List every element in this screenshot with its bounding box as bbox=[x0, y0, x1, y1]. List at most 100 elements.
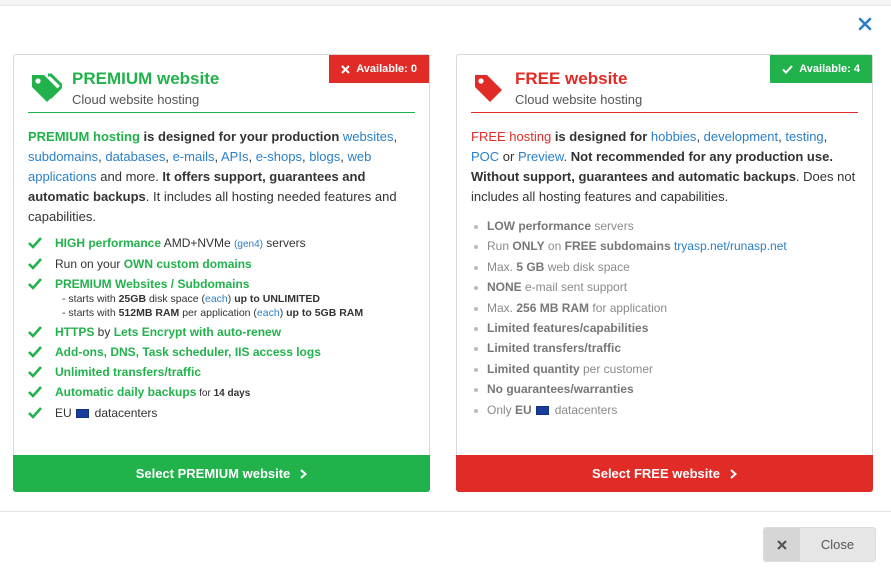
check-icon bbox=[28, 278, 42, 290]
t: servers bbox=[591, 219, 634, 233]
t: for application bbox=[589, 300, 668, 315]
select-premium-button[interactable]: Select PREMIUM website bbox=[13, 455, 430, 492]
free-feature-list: LOW performance servers Run ONLY on FREE… bbox=[471, 219, 858, 423]
desc-text: or bbox=[499, 149, 518, 164]
check-icon bbox=[28, 366, 42, 378]
feature-text: by bbox=[94, 325, 114, 339]
hobbies-link[interactable]: hobbies bbox=[651, 129, 697, 144]
check-icon bbox=[28, 407, 42, 419]
free-card: Available: 4 FREE website Cloud website … bbox=[456, 54, 873, 492]
ram-line: - starts with 512MB RAM per application … bbox=[55, 306, 415, 320]
t: per customer bbox=[579, 361, 654, 376]
feature-item: HIGH performance AMD+NVMe (gen4) servers bbox=[28, 236, 415, 252]
list-item: NONE e-mail sent support bbox=[471, 280, 858, 295]
t: No guarantees/warranties bbox=[487, 382, 634, 397]
tags-icon bbox=[32, 73, 62, 102]
t: up to 5GB RAM bbox=[286, 307, 364, 319]
check-icon bbox=[28, 326, 42, 338]
tag-icon bbox=[475, 75, 502, 102]
badge-label: Available: 4 bbox=[799, 63, 860, 75]
eu-flag-icon bbox=[75, 409, 89, 418]
sep: , bbox=[248, 149, 256, 164]
feature-text: servers bbox=[262, 236, 306, 250]
free-hosting-label: FREE hosting bbox=[471, 129, 552, 144]
premium-availability-badge: Available: 0 bbox=[329, 55, 429, 83]
websites-link[interactable]: websites bbox=[343, 129, 394, 144]
t: 5 GB bbox=[516, 259, 545, 274]
t: LOW performance bbox=[487, 219, 592, 233]
t: Limited features/capabilities bbox=[487, 320, 649, 335]
t: e-mail sent support bbox=[521, 280, 628, 295]
feature-item: Run on your OWN custom domains bbox=[28, 257, 415, 272]
t: FREE subdomains bbox=[564, 239, 671, 254]
check-icon bbox=[28, 237, 42, 249]
t: per application ( bbox=[179, 307, 257, 319]
subdomains-link[interactable]: subdomains bbox=[28, 149, 98, 164]
dialog-top-strip bbox=[0, 0, 891, 6]
list-item: Max. 256 MB RAM for application bbox=[471, 301, 858, 316]
x-icon bbox=[764, 528, 800, 561]
list-item: Limited quantity per customer bbox=[471, 362, 858, 377]
eshops-link[interactable]: e-shops bbox=[256, 149, 302, 164]
feature-highlight: PREMIUM Websites / Subdomains bbox=[55, 277, 250, 291]
t: Max. bbox=[487, 300, 517, 315]
eu-flag-icon bbox=[535, 405, 549, 415]
select-premium-label: Select PREMIUM website bbox=[135, 466, 291, 481]
premium-title: PREMIUM website bbox=[72, 69, 220, 88]
apis-link[interactable]: APIs bbox=[221, 149, 248, 164]
preview-link[interactable]: Preview bbox=[518, 149, 564, 164]
chevron-right-icon bbox=[300, 468, 308, 479]
runasp-link[interactable]: runasp.net bbox=[730, 239, 787, 253]
t: - starts with bbox=[62, 293, 119, 305]
list-item: Limited features/capabilities bbox=[471, 321, 858, 336]
free-divider bbox=[471, 112, 858, 113]
feature-highlight: HIGH performance bbox=[55, 236, 162, 250]
badge-label: Available: 0 bbox=[356, 63, 417, 75]
feature-item: Unlimited transfers/traffic bbox=[28, 365, 415, 380]
footer-divider bbox=[0, 511, 891, 512]
close-button[interactable]: Close bbox=[763, 527, 876, 562]
sep: , bbox=[696, 129, 704, 144]
list-item: LOW performance servers bbox=[471, 219, 858, 234]
feature-highlight: Unlimited transfers/traffic bbox=[55, 365, 202, 379]
poc-link[interactable]: POC bbox=[471, 149, 499, 164]
t: up to UNLIMITED bbox=[234, 293, 320, 305]
feature-text: 14 days bbox=[213, 388, 251, 399]
each-link[interactable]: each bbox=[205, 293, 228, 305]
disk-space-line: - starts with 25GB disk space (each) up … bbox=[55, 292, 415, 306]
t: 25GB bbox=[118, 293, 147, 305]
feature-text: Run on your bbox=[55, 257, 124, 271]
check-icon bbox=[782, 64, 794, 74]
development-link[interactable]: development bbox=[704, 129, 778, 144]
databases-link[interactable]: databases bbox=[105, 149, 165, 164]
list-item: Max. 5 GB web disk space bbox=[471, 260, 858, 275]
sep: , bbox=[823, 129, 828, 144]
feature-text: EU bbox=[55, 406, 72, 420]
close-icon[interactable] bbox=[857, 16, 873, 32]
list-item: Only EU datacenters bbox=[471, 403, 858, 418]
feature-text: datacenters bbox=[94, 406, 158, 420]
premium-card: Available: 0 PREMIUM website Cloud websi… bbox=[13, 54, 430, 492]
free-description: FREE hosting is designed for hobbies, de… bbox=[471, 127, 858, 207]
desc-text: and more. bbox=[96, 169, 163, 184]
each-link[interactable]: each bbox=[257, 307, 280, 319]
sep: , bbox=[340, 149, 348, 164]
select-free-button[interactable]: Select FREE website bbox=[456, 455, 873, 492]
gen4-link[interactable]: (gen4) bbox=[234, 239, 263, 250]
premium-divider bbox=[28, 112, 415, 113]
chevron-right-icon bbox=[730, 468, 737, 479]
feature-highlight: Automatic daily backups bbox=[55, 385, 197, 399]
feature-item: PREMIUM Websites / Subdomains - starts w… bbox=[28, 277, 415, 320]
emails-link[interactable]: e-mails bbox=[173, 149, 215, 164]
free-title: FREE website bbox=[515, 69, 628, 88]
t: NONE bbox=[487, 280, 522, 295]
blogs-link[interactable]: blogs bbox=[309, 149, 340, 164]
feature-highlight: HTTPS bbox=[55, 325, 95, 339]
t: Limited transfers/traffic bbox=[487, 341, 622, 356]
testing-link[interactable]: testing bbox=[785, 129, 823, 144]
t: Limited quantity bbox=[487, 361, 580, 376]
t: 256 MB RAM bbox=[516, 300, 590, 315]
feature-item: Add-ons, DNS, Task scheduler, IIS access… bbox=[28, 345, 415, 360]
tryasp-link[interactable]: tryasp.net bbox=[674, 239, 727, 253]
premium-subtitle: Cloud website hosting bbox=[72, 92, 200, 107]
